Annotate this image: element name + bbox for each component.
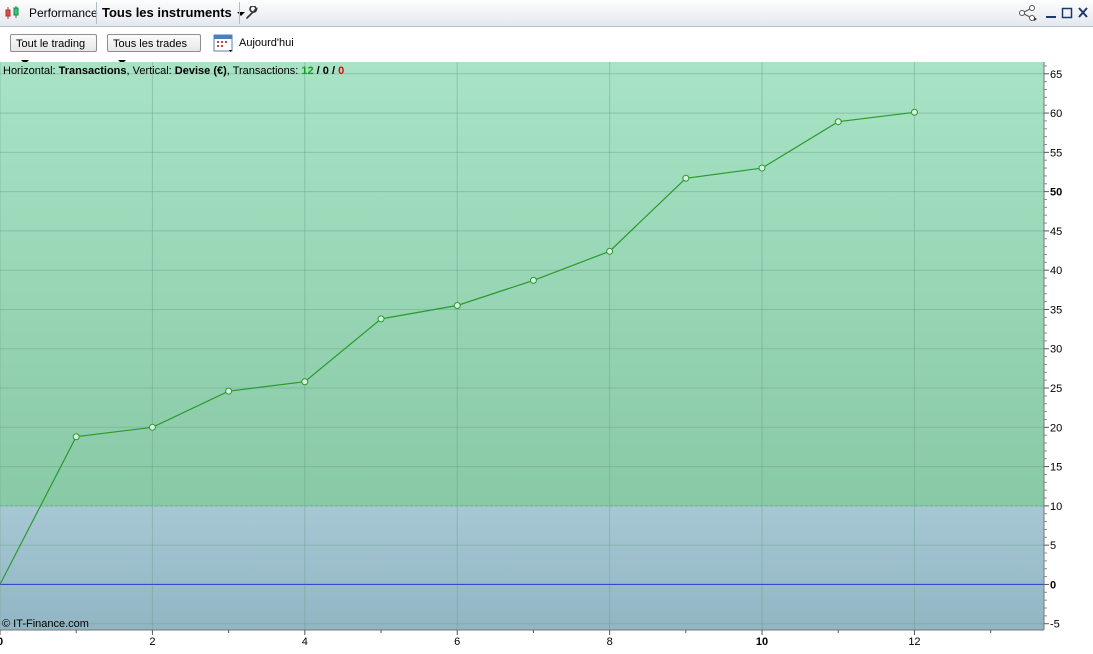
count-separator: / (314, 65, 323, 77)
trading-dropdown-label: Tout le trading (16, 38, 86, 50)
x-tick-label: 10 (756, 636, 768, 648)
data-point[interactable] (377, 315, 385, 323)
x-axis: 0 2 4 6 8 10 12 (0, 629, 1093, 651)
data-point[interactable] (758, 164, 766, 172)
x-tick-label: 0 (0, 636, 3, 648)
instrument-selector-label: Tous les instruments (102, 5, 232, 20)
y-tick-label: 45 (1050, 226, 1062, 238)
count-total: 12 (301, 65, 313, 77)
count-separator: / (329, 65, 338, 77)
transactions-prefix: , Transactions: (227, 65, 302, 77)
y-tick-label: 20 (1050, 422, 1062, 434)
data-point[interactable] (301, 378, 309, 386)
count-loss: 0 (338, 65, 344, 77)
y-tick-label: 55 (1050, 147, 1062, 159)
close-icon[interactable] (1077, 6, 1089, 23)
minimize-icon[interactable] (1045, 6, 1057, 23)
data-point[interactable] (148, 423, 156, 431)
x-tick-label: 4 (302, 636, 308, 648)
y-tick-label: 50 (1050, 187, 1062, 199)
y-tick-label: 25 (1050, 383, 1062, 395)
share-icon[interactable] (1018, 0, 1038, 26)
data-point[interactable] (606, 247, 614, 255)
toolbar-divider (239, 2, 240, 24)
data-point[interactable] (225, 387, 233, 395)
horizontal-value: Transactions (59, 65, 127, 77)
vertical-value: Devise (€) (175, 65, 227, 77)
y-tick-label: 40 (1050, 265, 1062, 277)
data-point[interactable] (682, 174, 690, 182)
x-tick-label: 8 (607, 636, 613, 648)
x-tick-label: 2 (149, 636, 155, 648)
performance-tab[interactable]: Performance (29, 0, 98, 26)
calendar-icon[interactable] (213, 32, 235, 57)
vertical-prefix: , Vertical: (127, 65, 175, 77)
y-tick-label: 30 (1050, 344, 1062, 356)
y-tick-label: 5 (1050, 540, 1056, 552)
instrument-selector[interactable]: Tous les instruments (102, 0, 245, 26)
horizontal-prefix: Horizontal: (3, 65, 59, 77)
y-tick-label: 60 (1050, 108, 1062, 120)
top-toolbar: Performance Tous les instruments (0, 0, 1093, 27)
data-point[interactable] (453, 302, 461, 310)
wrench-icon[interactable] (245, 0, 259, 26)
y-tick-label: -5 (1050, 619, 1060, 631)
trades-dropdown-label: Tous les trades (113, 38, 187, 50)
chart-header: Horizontal: Transactions, Vertical: Devi… (3, 65, 344, 77)
copyright-label: © IT-Finance.com (2, 618, 89, 630)
candlestick-icon (4, 0, 22, 26)
x-tick-label: 12 (908, 636, 920, 648)
y-tick-label: 15 (1050, 462, 1062, 474)
date-range-label[interactable]: Aujourd'hui (239, 37, 294, 49)
data-point[interactable] (910, 108, 918, 116)
loss-zone (0, 505, 1044, 630)
x-axis-band (0, 630, 1093, 651)
data-point[interactable] (72, 433, 80, 441)
data-point[interactable] (834, 118, 842, 126)
chevron-down-icon (236, 11, 245, 16)
x-tick-label: 6 (454, 636, 460, 648)
y-axis: -5 0 5 10 15 20 25 30 35 40 45 50 55 60 65 (1043, 62, 1062, 631)
y-tick-label: 35 (1050, 304, 1062, 316)
data-point[interactable] (529, 276, 537, 284)
chart-canvas: -5 0 5 10 15 20 25 30 35 40 45 50 55 60 65 0 2 4 6 8 10 12 H… (0, 62, 1093, 651)
trading-dropdown[interactable]: Tout le trading (10, 34, 97, 65)
maximize-icon[interactable] (1061, 6, 1073, 23)
performance-chart: -5 0 5 10 15 20 25 30 35 40 45 50 55 60 65 0 2 4 6 8 10 12 H… (0, 62, 1093, 651)
y-tick-label: 10 (1050, 501, 1062, 513)
trades-dropdown[interactable]: Tous les trades (107, 34, 201, 65)
filter-bar: Tout le trading Tous les trades Aujourd'… (0, 27, 1093, 65)
toolbar-divider (96, 2, 97, 24)
y-tick-label: 0 (1050, 579, 1056, 591)
y-tick-label: 65 (1050, 69, 1062, 81)
